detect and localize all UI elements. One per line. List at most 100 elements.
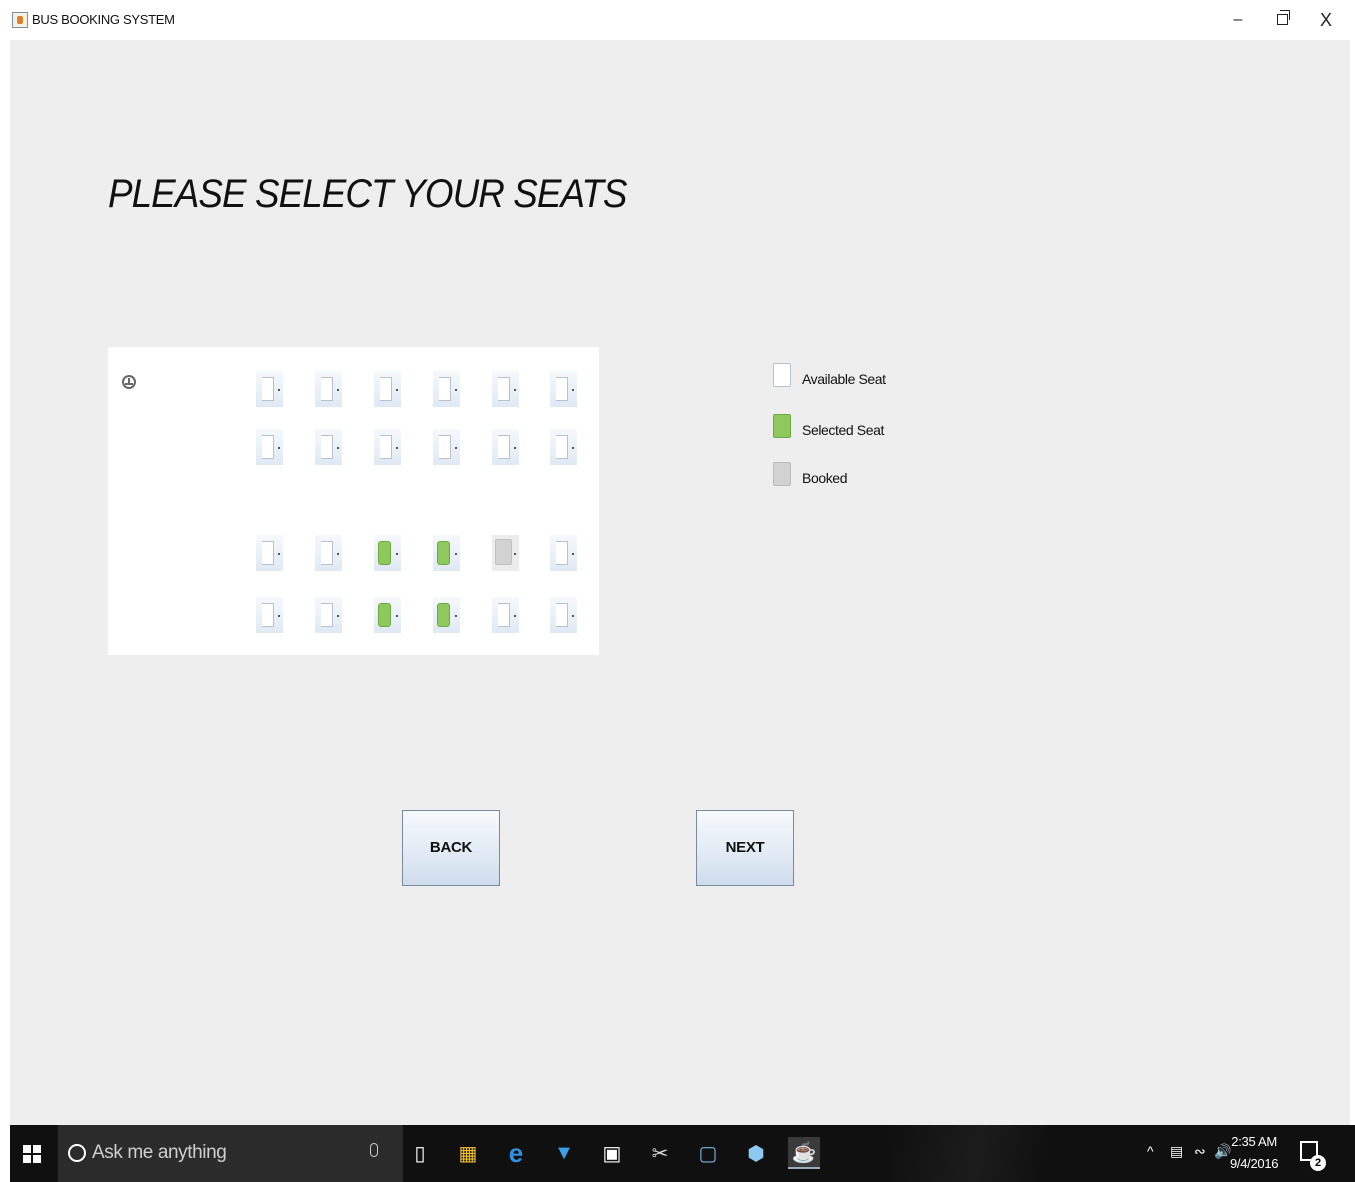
seat-icon (380, 377, 392, 401)
virtualbox-icon[interactable]: ⬢ (740, 1137, 772, 1169)
edge-browser-icon[interactable]: e (500, 1137, 532, 1169)
java-app-taskbar-icon[interactable]: ☕ (788, 1137, 820, 1169)
system-clock[interactable]: 2:35 AM 9/4/2016 (1230, 1131, 1279, 1175)
seat-available[interactable] (550, 597, 577, 633)
close-button[interactable]: X (1306, 6, 1346, 34)
seat-available[interactable] (256, 535, 283, 571)
seat-selected[interactable] (433, 597, 460, 633)
seat-icon (321, 603, 333, 627)
available-seat-icon (773, 363, 791, 387)
seat-marker (455, 447, 457, 449)
seat-available[interactable] (550, 429, 577, 465)
seat-icon (437, 603, 450, 627)
seat-selected[interactable] (374, 535, 401, 571)
mysql-workbench-icon[interactable]: ▢ (692, 1137, 724, 1169)
seat-available[interactable] (256, 371, 283, 407)
task-view-icon[interactable]: ▯ (404, 1137, 436, 1169)
show-hidden-icons-chevron[interactable]: ^ (1147, 1143, 1154, 1159)
selected-seat-icon (773, 414, 791, 438)
seat-marker (455, 615, 457, 617)
seat-icon (262, 541, 274, 565)
seat-icon (321, 435, 333, 459)
next-button[interactable]: NEXT (696, 810, 794, 886)
seat-marker (337, 615, 339, 617)
seat-selected[interactable] (433, 535, 460, 571)
seat-marker (572, 553, 574, 555)
seat-available[interactable] (374, 429, 401, 465)
seat-marker (337, 389, 339, 391)
seat-marker (455, 389, 457, 391)
seat-marker (396, 553, 398, 555)
seat-available[interactable] (550, 535, 577, 571)
battery-icon[interactable]: ▤ (1170, 1143, 1183, 1160)
seat-marker (337, 553, 339, 555)
notification-count-badge: 2 (1310, 1155, 1326, 1171)
volume-icon[interactable]: 🔊 (1214, 1143, 1231, 1160)
microphone-icon[interactable] (370, 1143, 378, 1157)
seat-selected[interactable] (374, 597, 401, 633)
seat-available[interactable] (315, 429, 342, 465)
back-button[interactable]: BACK (402, 810, 500, 886)
seat-icon (439, 377, 451, 401)
seat-available[interactable] (374, 371, 401, 407)
seat-marker (572, 389, 574, 391)
seat-marker (278, 615, 280, 617)
seat-icon (437, 541, 450, 565)
seat-icon (498, 603, 510, 627)
seat-available[interactable] (492, 371, 519, 407)
seat-icon (378, 541, 391, 565)
cortana-icon (68, 1144, 86, 1162)
seat-available[interactable] (433, 429, 460, 465)
window-title: BUS BOOKING SYSTEM (32, 12, 175, 27)
maximize-button[interactable] (1262, 6, 1302, 34)
seat-icon (262, 603, 274, 627)
seat-available[interactable] (315, 535, 342, 571)
seat-icon (556, 603, 568, 627)
seat-available[interactable] (256, 597, 283, 633)
search-placeholder: Ask me anything (92, 1142, 227, 1163)
seat-icon (556, 435, 568, 459)
seat-marker (396, 615, 398, 617)
seat-available[interactable] (492, 597, 519, 633)
minimize-button[interactable]: – (1218, 6, 1258, 34)
seat-available[interactable] (315, 597, 342, 633)
seat-icon (321, 377, 333, 401)
taskbar-background (890, 1125, 1110, 1182)
seat-icon (378, 603, 391, 627)
seat-marker (455, 553, 457, 555)
seat-icon (321, 541, 333, 565)
windows-start-icon[interactable] (23, 1145, 41, 1163)
seat-available[interactable] (315, 371, 342, 407)
seat-marker (514, 447, 516, 449)
seat-marker (278, 389, 280, 391)
seat-icon (556, 541, 568, 565)
seat-icon (262, 377, 274, 401)
seat-available[interactable] (492, 429, 519, 465)
store-icon[interactable]: ▣ (596, 1137, 628, 1169)
seat-marker (572, 615, 574, 617)
seat-available[interactable] (433, 371, 460, 407)
snipping-tool-icon[interactable]: ✂ (644, 1137, 676, 1169)
seat-icon (380, 435, 392, 459)
seat-map-panel (108, 347, 599, 655)
cortana-search-box[interactable]: Ask me anything (58, 1125, 403, 1182)
seat-icon (262, 435, 274, 459)
installer-icon[interactable]: ▼ (548, 1137, 580, 1169)
seat-available[interactable] (256, 429, 283, 465)
seat-marker (278, 447, 280, 449)
seat-marker (396, 447, 398, 449)
main-content: PLEASE SELECT YOUR SEATS Available Seat … (10, 40, 1350, 1125)
wifi-icon[interactable]: ∾ (1194, 1143, 1206, 1160)
seat-available[interactable] (550, 371, 577, 407)
seat-booked (492, 535, 519, 571)
steering-wheel-icon (122, 375, 136, 389)
windows-taskbar: Ask me anything ▯ ▦ e ▼ ▣ ✂ ▢ ⬢ ☕ ^ ▤ ∾ … (10, 1125, 1355, 1182)
file-explorer-icon[interactable]: ▦ (452, 1137, 484, 1169)
legend-available-label: Available Seat (802, 371, 886, 387)
seat-icon (556, 377, 568, 401)
seat-icon (495, 539, 512, 565)
seat-marker (396, 389, 398, 391)
seat-marker (337, 447, 339, 449)
seat-marker (514, 389, 516, 391)
java-app-icon (12, 12, 28, 28)
